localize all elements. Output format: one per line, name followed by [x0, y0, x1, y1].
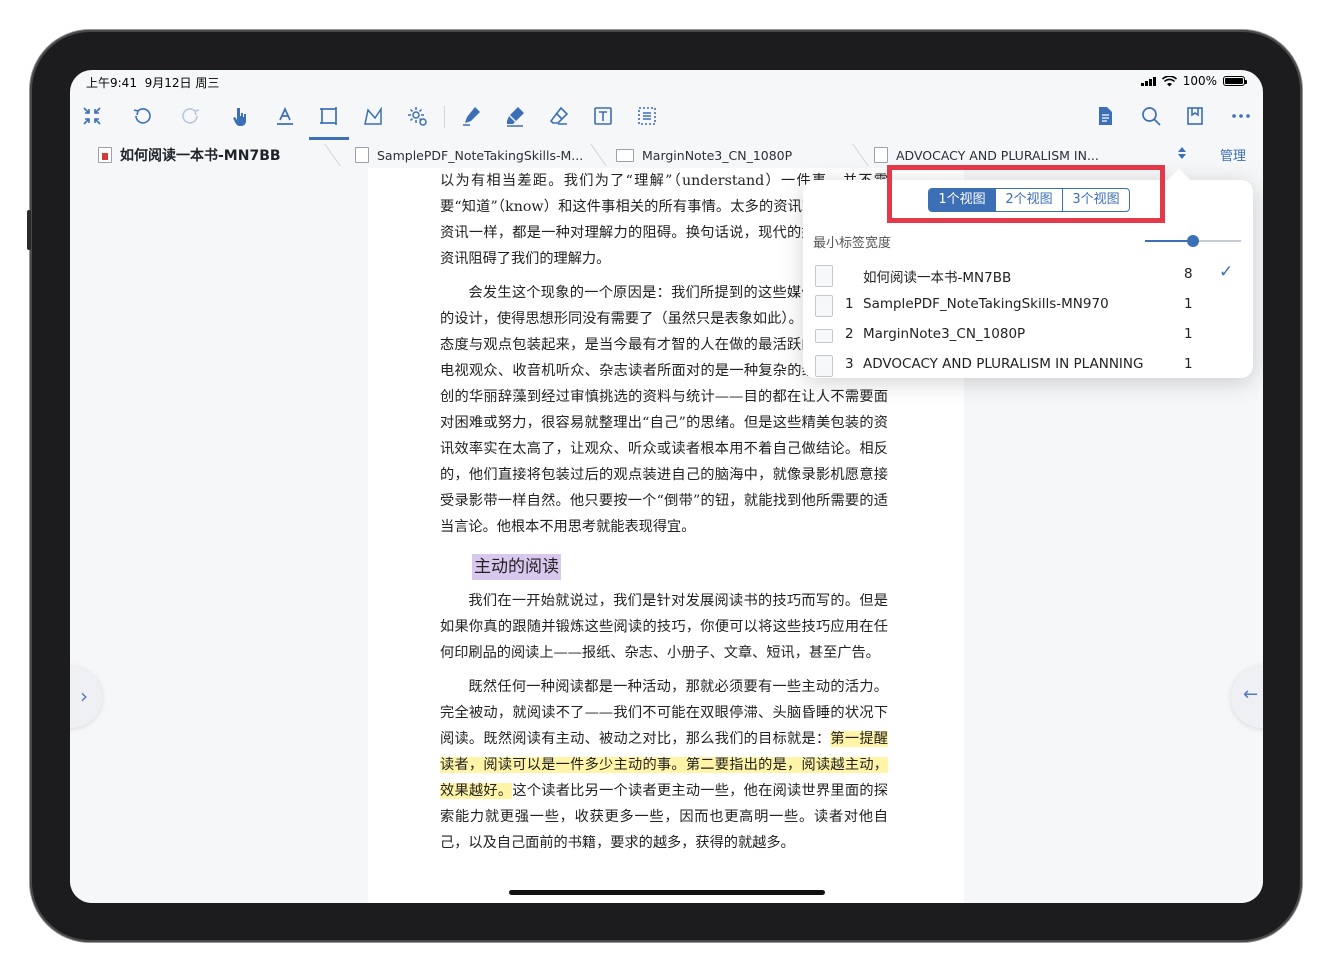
sort-icon[interactable] [1176, 145, 1188, 161]
hand-pointer-icon[interactable] [226, 102, 254, 130]
status-date: 9月12日 周三 [144, 76, 220, 90]
undo-icon[interactable] [128, 102, 156, 130]
left-margin [70, 170, 368, 903]
more-icon[interactable] [1227, 102, 1255, 130]
document-icon[interactable] [1091, 102, 1119, 130]
settings-icon[interactable] [403, 102, 431, 130]
min-tab-width-label: 最小标签宽度 [813, 236, 892, 251]
cellular-signal-icon [1140, 76, 1156, 86]
section-heading[interactable]: 主动的阅读 [472, 554, 561, 580]
pdf-document-icon [815, 355, 833, 377]
video-document-icon [815, 329, 833, 343]
screen: 上午9:41 9月12日 周三 100% 如何阅读一本书-MN7BB Sampl… [70, 70, 1263, 903]
collapse-icon[interactable] [78, 102, 106, 130]
battery-percent: 100% [1182, 74, 1217, 88]
video-document-icon [616, 148, 634, 162]
min-tab-width-slider[interactable] [1145, 235, 1241, 247]
tab-label: SamplePDF_NoteTakingSkills-M... [377, 147, 584, 163]
manage-button[interactable]: 管理 [1220, 145, 1246, 164]
textbox-icon[interactable] [589, 102, 617, 130]
list-icon[interactable] [633, 102, 661, 130]
toolbar-separator [444, 106, 445, 128]
tab-label: 如何阅读一本书-MN7BB [120, 148, 281, 164]
text-highlight-icon[interactable] [271, 102, 299, 130]
highlighter-icon[interactable] [501, 102, 529, 130]
volume-button [27, 210, 31, 250]
callout-highlight-box [887, 165, 1165, 223]
pdf-document-icon [98, 147, 112, 163]
battery-icon [1223, 76, 1247, 86]
paragraph: 既然任何一种阅读都是一种活动，那就必须要有一些主动的活力。完全被动，就阅读不了—… [440, 679, 888, 851]
paragraph: 我们在一开始就说过，我们是针对发展阅读书的技巧而写的。但是如果你真的跟随并锻炼这… [440, 593, 888, 661]
tab-0[interactable]: 如何阅读一本书-MN7BB [98, 144, 281, 166]
eraser-icon[interactable] [545, 102, 573, 130]
tab-label: ADVOCACY AND PLURALISM IN... [896, 147, 1099, 163]
status-time: 上午9:41 [86, 76, 137, 90]
ipad-frame: 上午9:41 9月12日 周三 100% 如何阅读一本书-MN7BB Sampl… [27, 30, 1302, 942]
redo-icon[interactable] [177, 102, 205, 130]
pdf-document-icon [355, 147, 369, 163]
status-bar: 上午9:41 9月12日 周三 100% [70, 70, 1263, 92]
list-item[interactable]: 如何阅读一本书-MN7BB 8 ✓ [803, 260, 1253, 290]
pdf-document-icon [815, 265, 833, 287]
list-item[interactable]: 2 MarginNote3_CN_1080P 1 [803, 320, 1253, 350]
tab-label: MarginNote3_CN_1080P [642, 147, 793, 163]
tab-2[interactable]: MarginNote3_CN_1080P [616, 144, 792, 166]
bookmark-icon[interactable] [1181, 102, 1209, 130]
tab-manager-popover: 1个视图 2个视图 3个视图 最小标签宽度 如何阅读一本书-MN7BB 8 ✓ … [803, 165, 1253, 380]
arrow-left-icon: ← [1243, 684, 1259, 705]
tab-1[interactable]: SamplePDF_NoteTakingSkills-M... [355, 144, 583, 166]
pdf-document-icon [815, 295, 833, 317]
pen-icon[interactable] [457, 102, 485, 130]
chevron-right-icon: › [80, 684, 88, 708]
slider-knob[interactable] [1187, 235, 1199, 247]
list-item[interactable]: 3 ADVOCACY AND PLURALISM IN PLANNING 1 [803, 350, 1253, 380]
wifi-icon [1161, 75, 1177, 86]
list-item[interactable]: 1 SamplePDF_NoteTakingSkills-MN970 1 [803, 290, 1253, 320]
pdf-document-icon [874, 147, 888, 163]
checkmark-icon: ✓ [1219, 262, 1234, 282]
lasso-icon[interactable] [359, 102, 387, 130]
rect-select-icon[interactable] [309, 102, 349, 140]
search-icon[interactable] [1137, 102, 1165, 130]
tab-3[interactable]: ADVOCACY AND PLURALISM IN... [874, 144, 1099, 166]
home-indicator [509, 890, 825, 895]
toolbar [70, 96, 1263, 140]
